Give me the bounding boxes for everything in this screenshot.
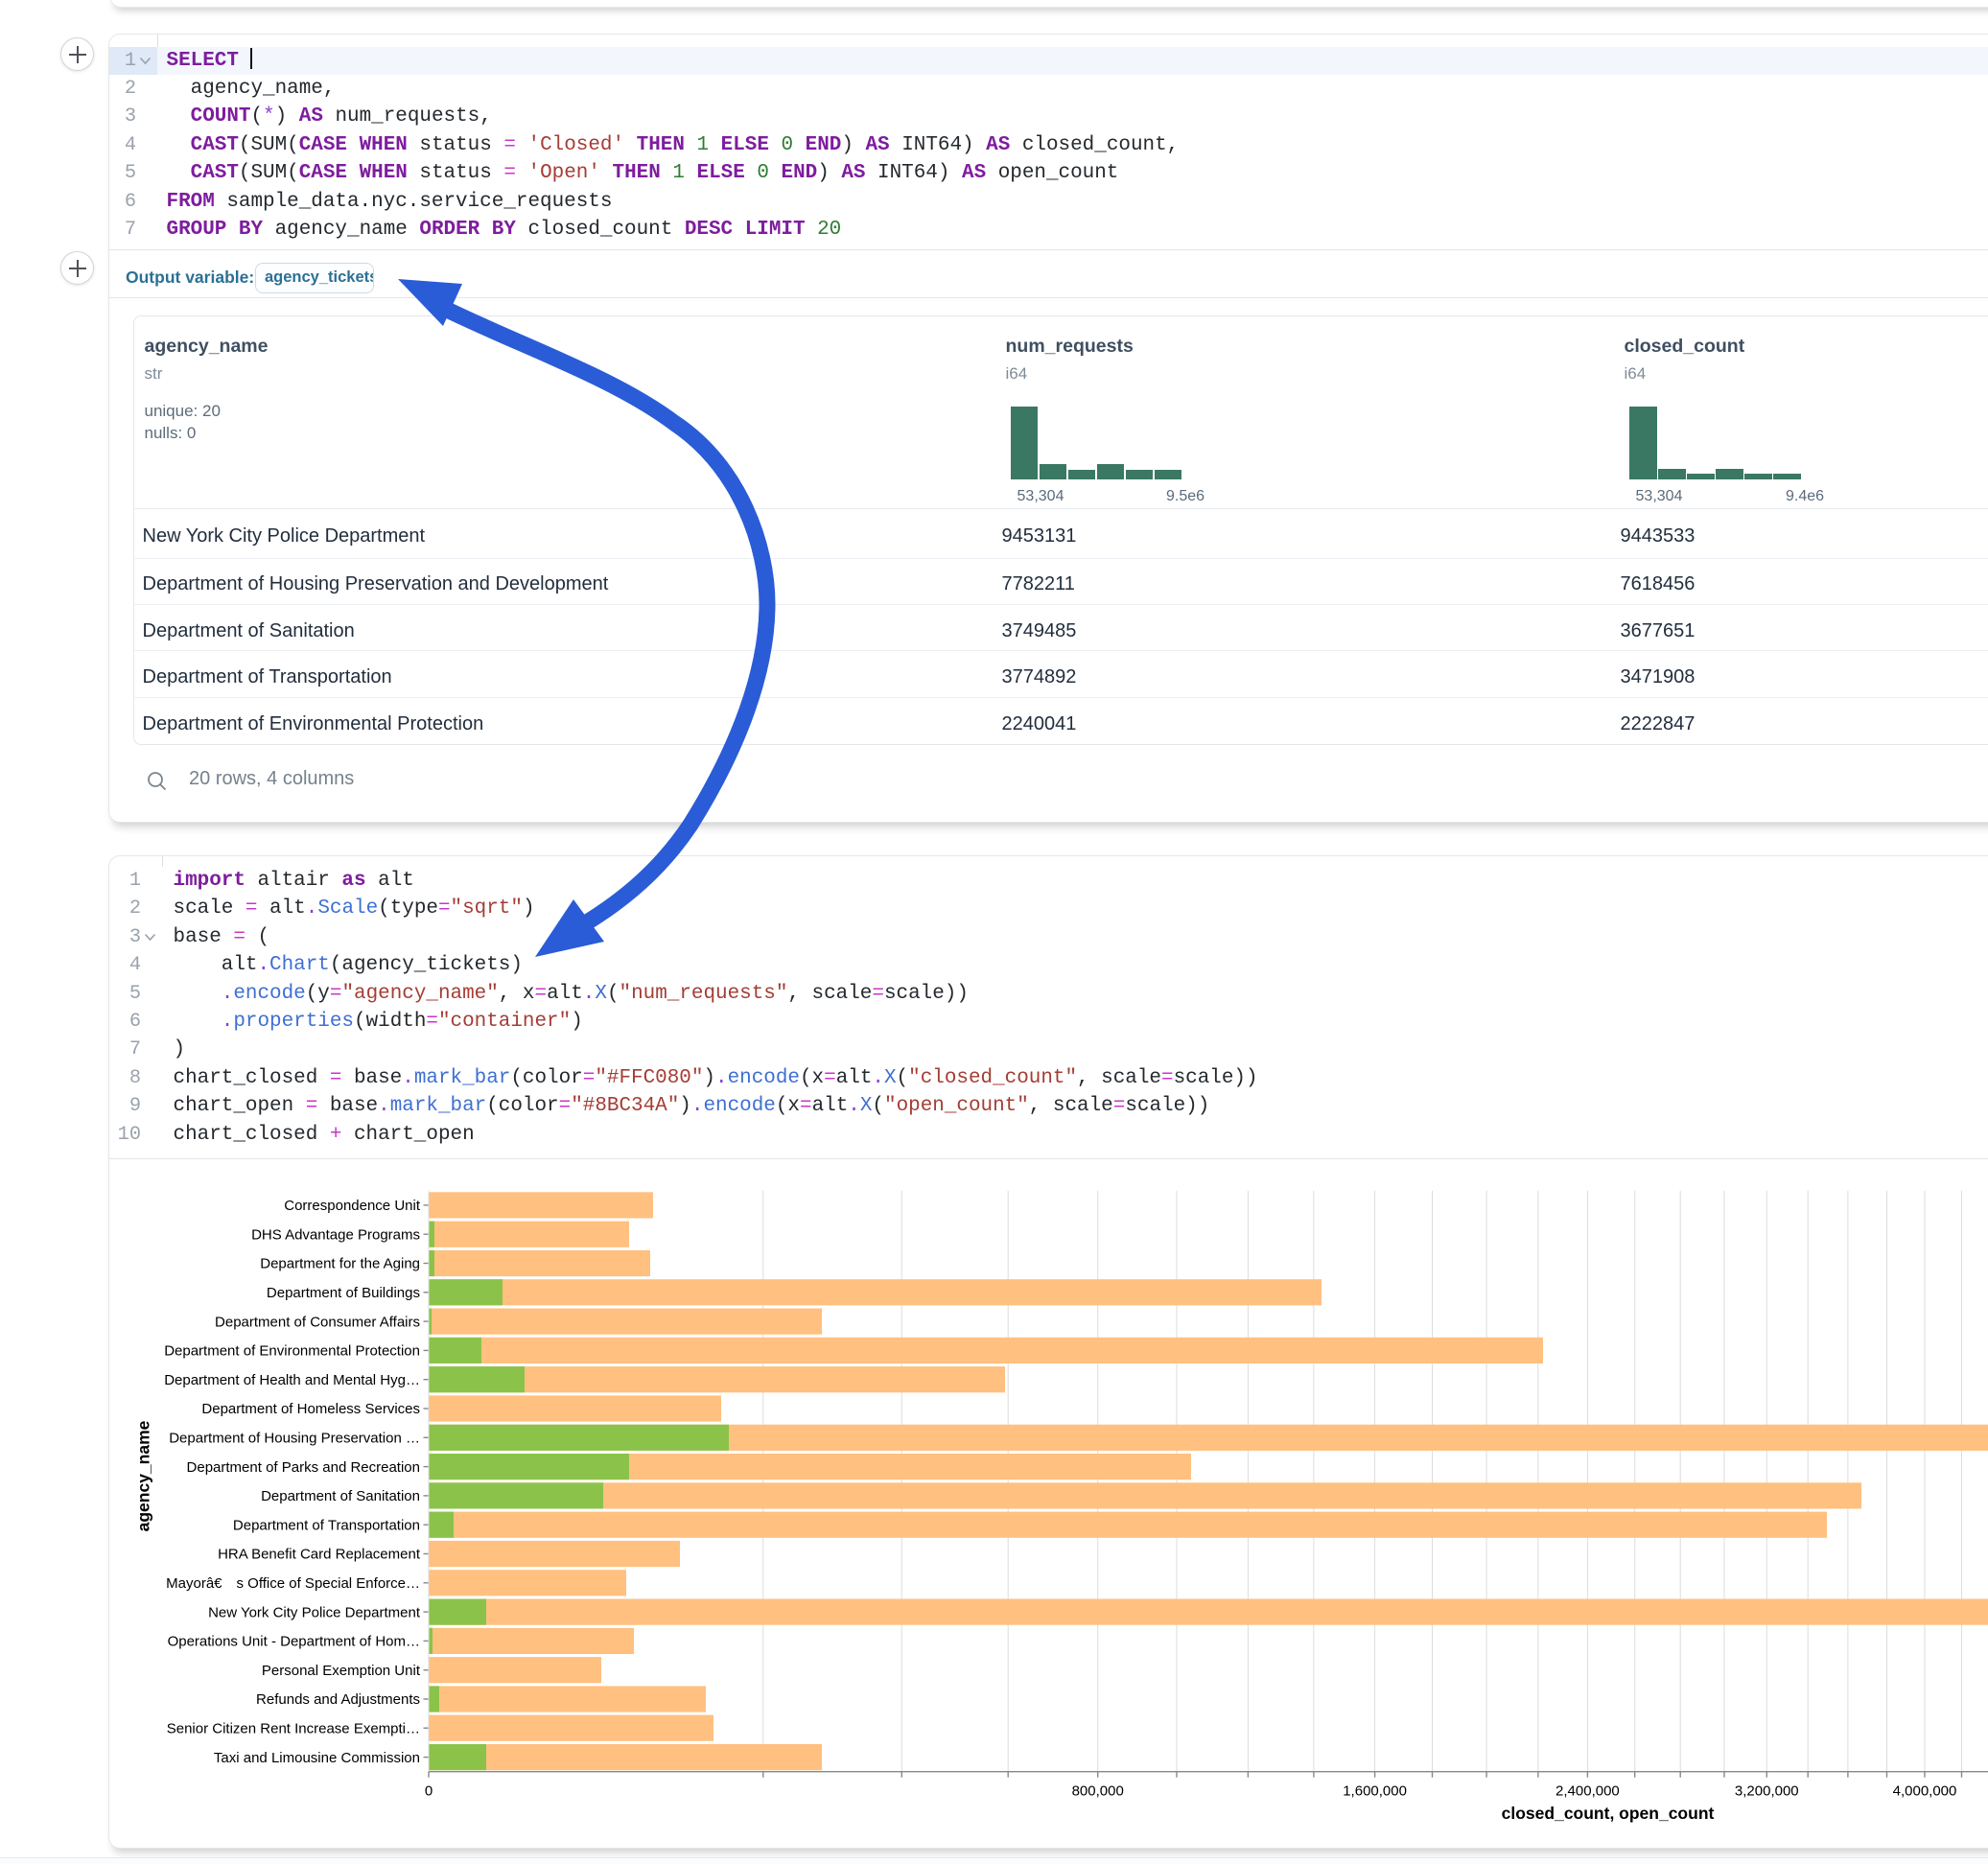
svg-text:New York City Police Departmen: New York City Police Department — [208, 1604, 421, 1620]
svg-text:Personal Exemption Unit: Personal Exemption Unit — [262, 1663, 421, 1679]
svg-text:Department of Transportation: Department of Transportation — [233, 1517, 420, 1533]
svg-text:Department of Consumer Affairs: Department of Consumer Affairs — [215, 1314, 420, 1330]
svg-text:1,600,000: 1,600,000 — [1343, 1783, 1407, 1800]
svg-text:2,400,000: 2,400,000 — [1555, 1783, 1620, 1800]
svg-text:3,200,000: 3,200,000 — [1735, 1783, 1799, 1800]
svg-text:agency_name: agency_name — [134, 1420, 153, 1531]
svg-text:Department of Environmental Pr: Department of Environmental Protection — [164, 1343, 420, 1360]
svg-text:Department of Homeless Service: Department of Homeless Services — [201, 1401, 420, 1417]
svg-text:Refunds and Adjustments: Refunds and Adjustments — [256, 1691, 420, 1708]
svg-text:Department of Health and Menta: Department of Health and Mental Hyg… — [164, 1372, 420, 1388]
svg-text:Department of Housing Preserva: Department of Housing Preservation … — [169, 1431, 420, 1447]
svg-text:Department for the Aging: Department for the Aging — [260, 1256, 420, 1272]
svg-text:Senior Citizen Rent Increase E: Senior Citizen Rent Increase Exempti… — [167, 1721, 420, 1737]
svg-text:800,000: 800,000 — [1072, 1783, 1124, 1800]
svg-text:DHS Advantage Programs: DHS Advantage Programs — [251, 1226, 420, 1243]
svg-text:HRA Benefit Card Replacement: HRA Benefit Card Replacement — [218, 1547, 421, 1563]
svg-text:Department of Parks and Recrea: Department of Parks and Recreation — [187, 1459, 420, 1476]
svg-text:Mayorâ€ s Office of Special En: Mayorâ€ s Office of Special Enforce… — [166, 1575, 420, 1592]
svg-text:0: 0 — [425, 1783, 433, 1800]
svg-text:4,000,000: 4,000,000 — [1893, 1783, 1957, 1800]
svg-text:Department of Buildings: Department of Buildings — [267, 1285, 420, 1301]
svg-text:Operations Unit - Department o: Operations Unit - Department of Hom… — [168, 1634, 420, 1650]
svg-text:Taxi and Limousine Commission: Taxi and Limousine Commission — [214, 1750, 420, 1766]
svg-text:closed_count, open_count: closed_count, open_count — [1502, 1804, 1715, 1823]
svg-text:Correspondence Unit: Correspondence Unit — [284, 1198, 421, 1214]
svg-text:Department of Sanitation: Department of Sanitation — [261, 1488, 420, 1504]
